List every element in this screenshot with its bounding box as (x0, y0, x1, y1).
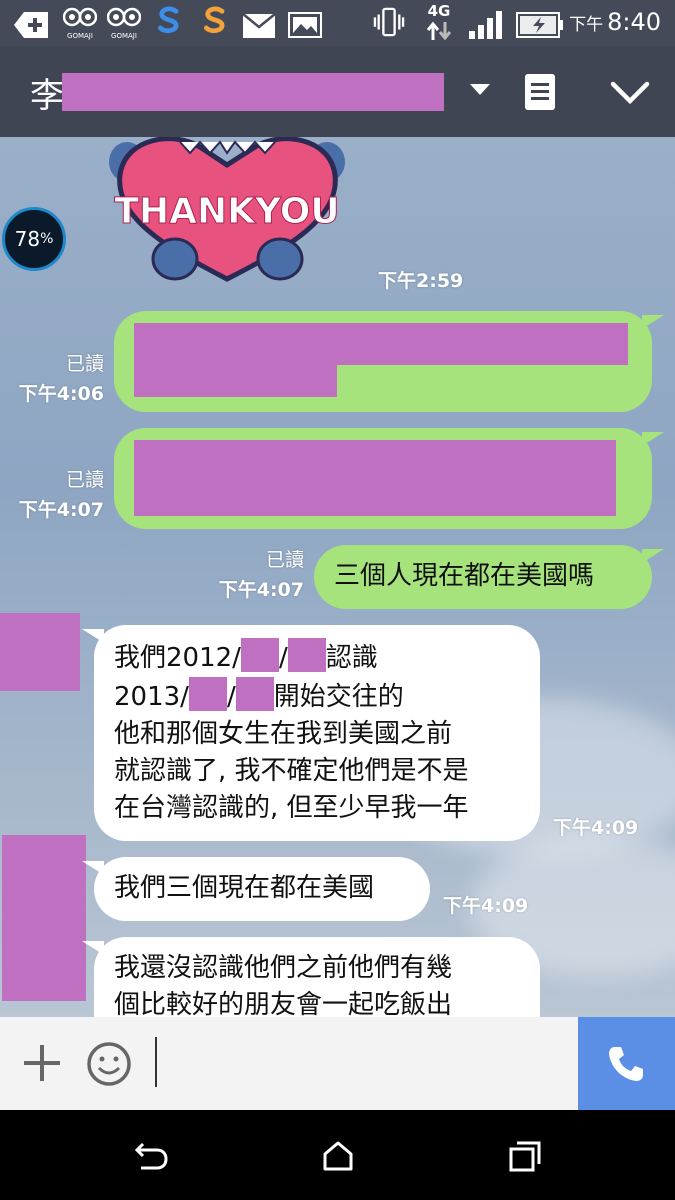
recents-icon[interactable] (508, 1140, 542, 1172)
redacted-text (134, 323, 628, 365)
contact-name-redaction (62, 73, 444, 111)
message-meta: 已讀 下午4:06 (10, 349, 104, 409)
signal-icon (469, 11, 502, 39)
received-message-bubble[interactable]: 我們2012// 認識 2013// 開始交往的 他和那個女生在我到美國之前 就認識… (82, 625, 540, 841)
s-app-icon (157, 6, 179, 34)
plus-icon[interactable] (22, 1043, 62, 1083)
redacted-text (188, 677, 227, 711)
message-time: 下午4:09 (443, 895, 529, 917)
message-input-field[interactable] (155, 1037, 157, 1087)
badge-unit: % (40, 231, 54, 247)
message-time: 下午4:07 (218, 579, 304, 601)
received-message-bubble[interactable]: 我們三個現在都在美國 (82, 857, 430, 921)
gomaji-icon: GOMAJI (106, 6, 142, 40)
network-label: 4G (427, 2, 451, 20)
gomaji-label: GOMAJI (67, 32, 93, 40)
sticker-text: THANKYOU (114, 191, 339, 232)
redacted-text (134, 440, 616, 516)
avatar[interactable] (2, 835, 86, 1001)
redacted-text (134, 365, 337, 397)
mail-icon (243, 13, 275, 38)
system-nav-bar (0, 1110, 675, 1200)
message-meta: 已讀 下午4:07 (10, 465, 104, 525)
read-receipt: 已讀 (65, 353, 104, 375)
read-receipt: 已讀 (265, 549, 304, 571)
read-receipt: 已讀 (65, 469, 104, 491)
message-time: 下午4:09 (553, 817, 639, 839)
message-text: 我還沒認識他們之前他們有幾 個比較好的朋友會一起吃飯出 (114, 953, 453, 1017)
home-icon[interactable] (322, 1140, 354, 1172)
image-icon (288, 12, 322, 38)
message-text: 我們2012// 認識 2013// 開始交往的 他和那個女生在我到美國之前 就認識… (114, 638, 469, 827)
clock-time: 8:40 (607, 8, 661, 36)
phone-icon (609, 1047, 643, 1081)
message-meta: 已讀 下午4:07 (200, 545, 304, 605)
status-bar: GOMAJI GOMAJI 4G 下午 8:40 (0, 0, 675, 46)
data-arrows-icon (426, 21, 452, 41)
message-time: 下午4:06 (18, 383, 104, 405)
call-button[interactable] (578, 1017, 675, 1110)
sent-message-bubble[interactable]: 三個人現在都在美國嗎 (314, 545, 664, 609)
badge-value: 78 (14, 227, 41, 251)
gomaji-label: GOMAJI (111, 32, 137, 40)
sent-message-bubble[interactable] (114, 428, 664, 529)
chat-header: 李 (0, 46, 675, 137)
back-icon[interactable] (133, 1140, 169, 1172)
battery-charging-icon (516, 12, 563, 38)
sent-message-bubble[interactable] (114, 311, 664, 412)
clock-ampm: 下午 (569, 15, 604, 35)
message-text: 我們三個現在都在美國 (114, 873, 375, 903)
avatar[interactable] (0, 613, 80, 691)
gomaji-icon: GOMAJI (62, 6, 98, 40)
chevron-down-icon[interactable] (470, 84, 490, 95)
clock: 下午 8:40 (569, 8, 661, 36)
thank-you-sticker: THANKYOU (109, 137, 345, 282)
contact-name[interactable]: 李 (30, 68, 64, 117)
chat-area[interactable]: THANKYOU 下午2:59 78% 已讀 下午4:06 已讀 下午4:07 … (0, 137, 675, 1017)
message-input-bar (0, 1017, 675, 1110)
notes-icon[interactable] (525, 74, 555, 110)
message-text: 三個人現在都在美國嗎 (334, 561, 595, 591)
s-app-icon (203, 6, 225, 34)
redacted-text (235, 677, 274, 711)
collapse-chevron-icon[interactable] (610, 80, 650, 106)
redacted-text (240, 638, 279, 672)
received-message-bubble[interactable]: 我還沒認識他們之前他們有幾 個比較好的朋友會一起吃飯出 (82, 937, 540, 1017)
vibrate-icon (373, 7, 405, 37)
message-time: 下午4:07 (18, 499, 104, 521)
redacted-text (287, 638, 326, 672)
smiley-icon[interactable] (86, 1041, 132, 1087)
network-type: 4G (424, 2, 454, 46)
floating-battery-badge[interactable]: 78% (2, 207, 66, 271)
message-time: 下午2:59 (378, 270, 464, 292)
add-icon (14, 12, 48, 38)
